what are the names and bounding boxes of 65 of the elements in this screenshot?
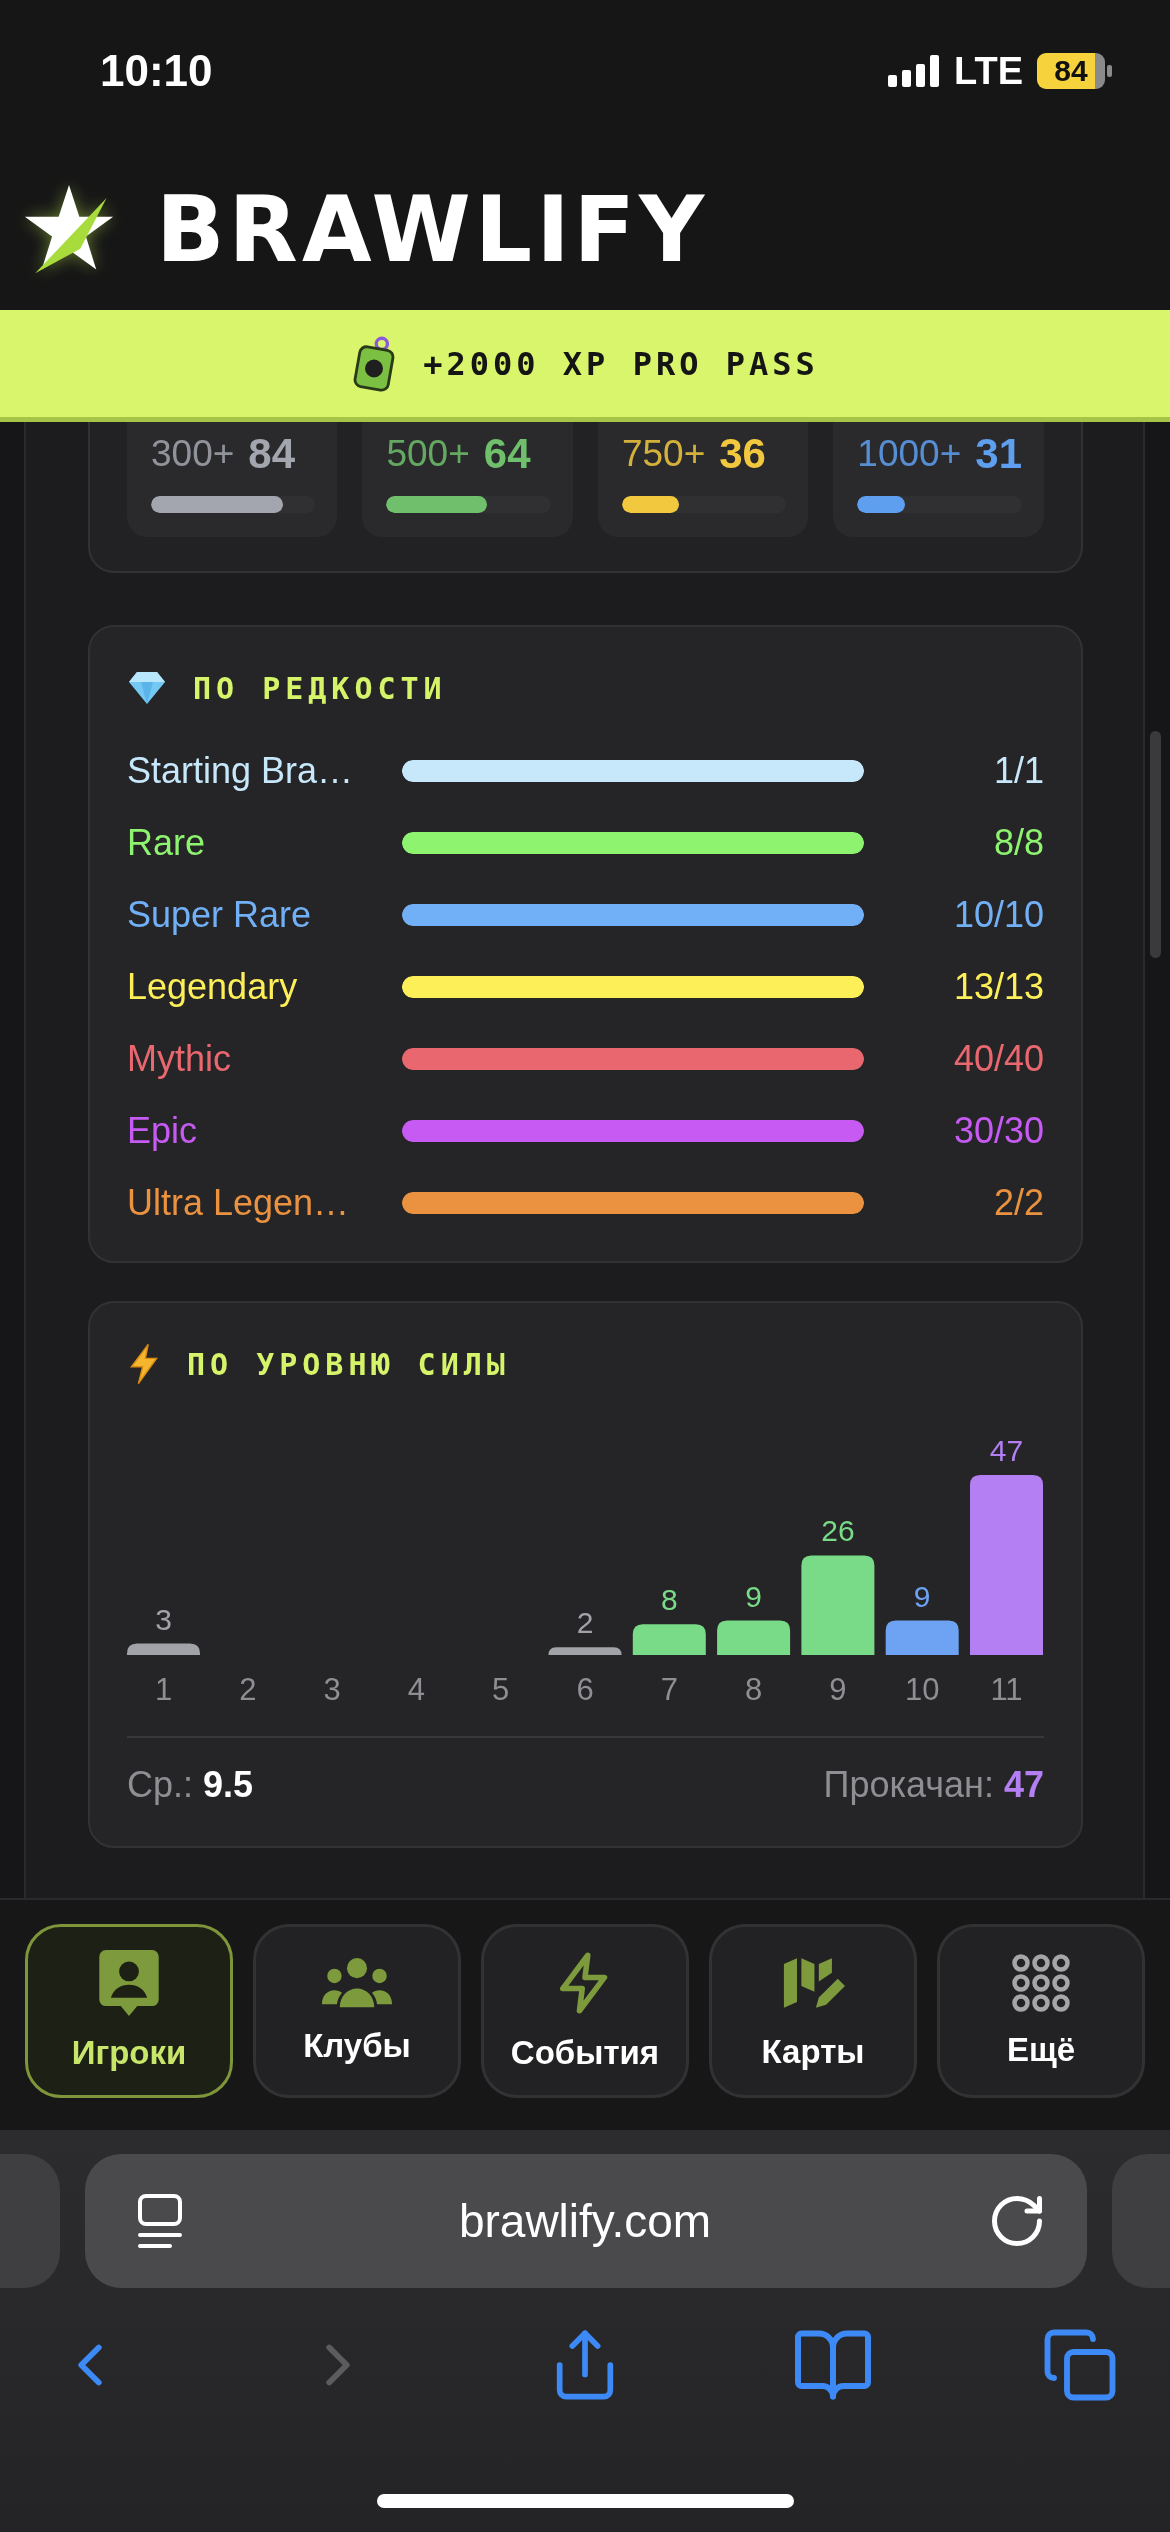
logo-wordmark: BRAWLIFY xyxy=(156,185,709,275)
nav-tab[interactable]: Клубы xyxy=(253,1924,461,2098)
network-label: LTE xyxy=(954,49,1023,93)
address-bar[interactable]: brawlify.com xyxy=(85,2154,1087,2288)
bar-value-label: 3 xyxy=(155,1602,172,1636)
axis-label: 9 xyxy=(829,1672,847,1707)
rarity-name: Starting Bra… xyxy=(127,750,355,792)
rarity-count: 40/40 xyxy=(953,1038,1044,1080)
rarity-count: 30/30 xyxy=(953,1110,1044,1152)
axis-label: 2 xyxy=(239,1672,257,1707)
diamond-icon xyxy=(127,670,167,706)
axis-label: 6 xyxy=(576,1672,594,1707)
reader-icon[interactable] xyxy=(137,2193,183,2249)
dots-grid-icon xyxy=(1011,1953,1071,2013)
rarity-count: 10/10 xyxy=(953,894,1044,936)
bar-value-label: 26 xyxy=(821,1514,855,1548)
nav-tab[interactable]: Карты xyxy=(709,1924,917,2098)
nav-tab[interactable]: События xyxy=(481,1924,689,2098)
summary-label: Прокачан: xyxy=(823,1764,994,1806)
tier-count: 64 xyxy=(483,430,531,478)
summary-value: 47 xyxy=(1003,1764,1044,1806)
axis-label: 10 xyxy=(904,1672,940,1707)
lightning-icon xyxy=(560,1950,610,2016)
signal-icon xyxy=(888,55,941,87)
bar-value-label: 9 xyxy=(745,1579,762,1613)
axis-label: 3 xyxy=(323,1672,341,1707)
summary-value: 9.5 xyxy=(203,1764,254,1806)
tier-threshold: 1000+ xyxy=(857,433,962,475)
bar-value-label: 9 xyxy=(913,1579,931,1613)
rarity-name: Rare xyxy=(127,822,207,864)
rarity-name: Epic xyxy=(127,1110,199,1152)
rarity-count: 2/2 xyxy=(993,1182,1044,1224)
section-title: ПО УРОВНЮ СИЛЫ xyxy=(187,1346,510,1382)
summary-label: Ср.: xyxy=(127,1764,194,1806)
group-icon xyxy=(321,1957,393,2009)
tier-threshold: 300+ xyxy=(151,433,235,475)
tier-count: 31 xyxy=(975,430,1022,478)
bar-value-label: 47 xyxy=(989,1434,1024,1467)
nav-tab[interactable]: Ещё xyxy=(937,1924,1145,2098)
nav-tab[interactable]: Игроки xyxy=(25,1924,233,2098)
tier-count: 84 xyxy=(248,430,296,478)
axis-label: 8 xyxy=(744,1672,763,1707)
tier-threshold: 500+ xyxy=(386,433,470,475)
battery-cap-icon xyxy=(1107,65,1112,77)
axis-label: 4 xyxy=(407,1672,425,1707)
tier-count: 36 xyxy=(719,430,766,478)
axis-label: 1 xyxy=(154,1672,173,1707)
section-title: ПО РЕДКОСТИ xyxy=(193,670,447,706)
rarity-count: 1/1 xyxy=(993,750,1044,792)
rarity-name: Mythic xyxy=(127,1038,232,1080)
bar-value-label: 8 xyxy=(660,1583,678,1617)
status-time: 10:10 xyxy=(100,46,213,96)
tier-threshold: 750+ xyxy=(621,433,706,475)
contact-icon xyxy=(98,1950,160,2016)
axis-label: 5 xyxy=(492,1672,510,1707)
rarity-name: Legendary xyxy=(127,966,299,1008)
promo-text[interactable]: +2000 XP PRO PASS xyxy=(423,344,819,383)
bar-value-label: 2 xyxy=(576,1606,594,1640)
axis-label: 7 xyxy=(660,1672,678,1707)
rarity-count: 8/8 xyxy=(993,822,1044,864)
rarity-name: Ultra Legen… xyxy=(127,1182,351,1224)
axis-label: 11 xyxy=(990,1672,1023,1707)
rarity-name: Super Rare xyxy=(127,894,313,936)
rarity-count: 13/13 xyxy=(953,966,1044,1008)
battery-level: 84 xyxy=(1037,53,1105,89)
